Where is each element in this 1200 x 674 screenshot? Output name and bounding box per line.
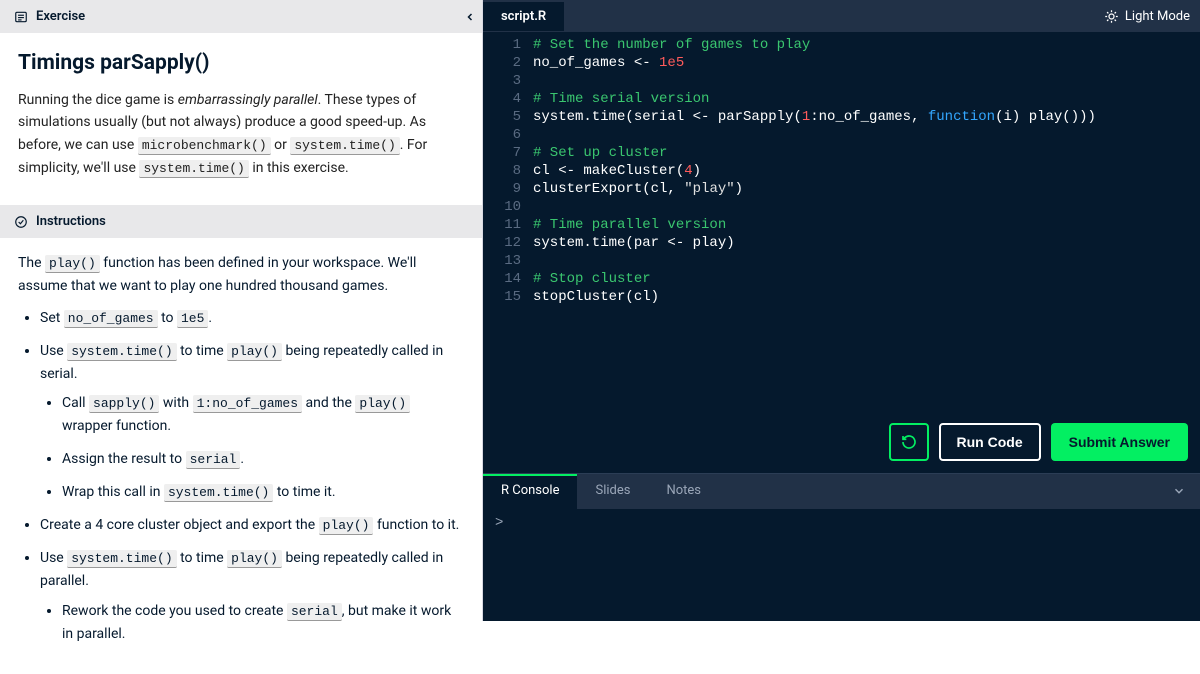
instruction-item: Set no_of_games to 1e5. — [40, 307, 464, 330]
exercise-body: Timings parSapply() Running the dice gam… — [0, 33, 482, 189]
reset-button[interactable] — [889, 423, 929, 461]
instructions-body: The play() function has been defined in … — [0, 252, 482, 673]
exercise-label: Exercise — [36, 9, 85, 24]
editor-tabbar: script.R Light Mode — [483, 0, 1200, 32]
instruction-item: Use system.time() to time play() being r… — [40, 547, 464, 645]
instructions-header: Instructions — [0, 205, 482, 238]
console-prompt: > — [495, 515, 503, 531]
check-circle-icon — [14, 215, 28, 229]
code-chip: system.time() — [139, 160, 248, 178]
run-code-button[interactable]: Run Code — [939, 423, 1041, 461]
code-editor[interactable]: 123456789101112131415 # Set the number o… — [483, 32, 1200, 310]
console-collapse[interactable] — [1158, 474, 1200, 509]
exercise-title: Timings parSapply() — [18, 51, 464, 75]
console-tab-rconsole[interactable]: R Console — [483, 474, 577, 509]
console-body[interactable]: > — [483, 509, 1200, 622]
left-panel: Exercise Timings parSapply() Running the… — [0, 0, 483, 621]
right-panel: script.R Light Mode 12345678910111213141… — [483, 0, 1200, 621]
instruction-item: Use system.time() to time play() being r… — [40, 340, 464, 505]
instruction-subitem: Rework the code you used to create seria… — [62, 600, 464, 646]
instructions-label: Instructions — [36, 214, 106, 229]
file-tab[interactable]: script.R — [483, 2, 564, 31]
line-gutter: 123456789101112131415 — [483, 36, 533, 306]
light-mode-toggle[interactable]: Light Mode — [1094, 9, 1200, 24]
instruction-item: Create a 4 core cluster object and expor… — [40, 514, 464, 537]
instruction-subitem: Assign the result to serial. — [62, 448, 464, 471]
instructions-intro: The play() function has been defined in … — [18, 252, 464, 298]
console-tabs: R Console Slides Notes — [483, 473, 1200, 509]
code-chip: system.time() — [290, 137, 399, 155]
instruction-subitem: Wrap this call in system.time() to time … — [62, 481, 464, 504]
sun-icon — [1104, 9, 1119, 24]
code-chip: play() — [45, 255, 100, 273]
code-lines[interactable]: # Set the number of games to playno_of_g… — [533, 36, 1200, 306]
exercise-header: Exercise — [0, 0, 482, 33]
action-bar: Run Code Submit Answer — [483, 411, 1200, 473]
exercise-description: Running the dice game is embarrassingly … — [18, 89, 464, 179]
submit-answer-button[interactable]: Submit Answer — [1051, 423, 1188, 461]
console-tab-notes[interactable]: Notes — [648, 474, 719, 509]
code-chip: microbenchmark() — [138, 137, 271, 155]
collapse-button[interactable] — [458, 0, 482, 33]
instruction-subitem: Call sapply() with 1:no_of_games and the… — [62, 392, 464, 438]
console-tab-slides[interactable]: Slides — [577, 474, 648, 509]
list-icon — [14, 10, 28, 24]
